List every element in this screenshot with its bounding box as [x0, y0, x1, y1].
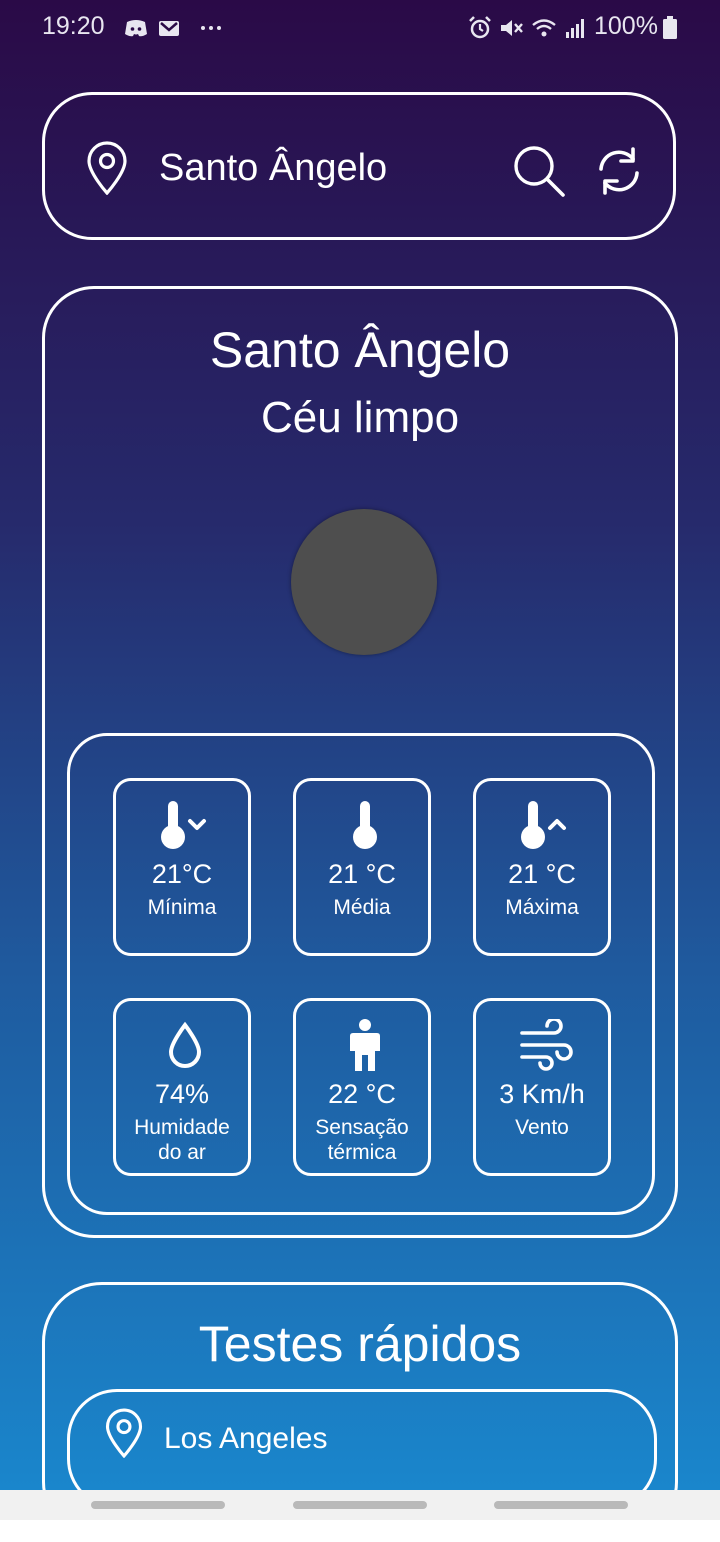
feels-like-value: 22 °C — [328, 1079, 396, 1109]
tile-humidity: 74% Humidade do ar — [113, 998, 251, 1176]
water-drop-icon — [168, 1021, 202, 1068]
min-temp-label: Mínima — [147, 896, 217, 919]
max-temp-label: Máxima — [505, 896, 579, 919]
avg-temp-label: Média — [333, 896, 391, 919]
wind-value: 3 Km/h — [499, 1079, 585, 1109]
tile-feels-like: 22 °C Sensação térmica — [293, 998, 431, 1176]
search-icon[interactable] — [511, 143, 567, 199]
refresh-icon[interactable] — [593, 145, 645, 197]
battery-icon — [663, 16, 677, 39]
system-navigation-bar — [0, 1490, 720, 1520]
feels-like-label: Sensação térmica — [296, 1115, 428, 1165]
humidity-label-line1: Humidade — [134, 1116, 230, 1139]
nav-recents-button[interactable] — [91, 1501, 225, 1509]
min-temp-value: 21°C — [151, 859, 213, 889]
person-icon — [350, 1019, 380, 1071]
quick-tests-title: Testes rápidos — [198, 1316, 522, 1372]
feels-like-label-line2: térmica — [327, 1141, 397, 1164]
weather-condition: Céu limpo — [260, 393, 460, 442]
max-temp-value: 21 °C — [508, 859, 576, 889]
wind-label: Vento — [515, 1116, 569, 1139]
thermometer-icon — [353, 801, 377, 849]
mute-icon — [501, 20, 523, 36]
humidity-label: Humidade do ar — [116, 1115, 248, 1165]
status-time: 19:20 — [42, 12, 105, 40]
gmail-icon — [159, 21, 179, 36]
tile-avg-temp: 21 °C Média — [293, 778, 431, 956]
quick-test-item-label: Los Angeles — [164, 1422, 328, 1455]
location-city[interactable]: Santo Ângelo — [159, 147, 387, 190]
thermometer-down-icon — [161, 801, 206, 849]
tile-max-temp: 21 °C Máxima — [473, 778, 611, 956]
nav-back-button[interactable] — [494, 1501, 628, 1509]
more-dots-icon — [201, 26, 221, 30]
weather-details-panel: 21°C Mínima 21 °C Média 21 °C Máxima 74%… — [67, 733, 655, 1215]
battery-level: 100% — [594, 12, 658, 40]
avg-temp-value: 21 °C — [328, 859, 396, 889]
tile-min-temp: 21°C Mínima — [113, 778, 251, 956]
status-bar: 19:20 100% — [0, 0, 720, 56]
location-search-bar[interactable]: Santo Ângelo — [42, 92, 676, 240]
tile-wind: 3 Km/h Vento — [473, 998, 611, 1176]
discord-icon — [125, 20, 147, 37]
nav-home-button[interactable] — [293, 1501, 427, 1509]
humidity-label-line2: do ar — [158, 1141, 206, 1164]
location-pin-icon — [105, 1408, 143, 1458]
wind-icon — [520, 1019, 573, 1071]
alarm-icon — [469, 16, 491, 39]
wifi-icon — [532, 19, 556, 37]
thermometer-up-icon — [521, 801, 566, 849]
signal-icon — [566, 19, 584, 38]
weather-card: Santo Ângelo Céu limpo 21°C Mínima 21 °C… — [42, 286, 678, 1238]
weather-condition-icon — [291, 509, 437, 655]
location-pin-icon — [87, 141, 127, 195]
humidity-value: 74% — [154, 1079, 210, 1109]
weather-city-title: Santo Ângelo — [209, 322, 511, 378]
feels-like-label-line1: Sensação — [315, 1116, 409, 1139]
